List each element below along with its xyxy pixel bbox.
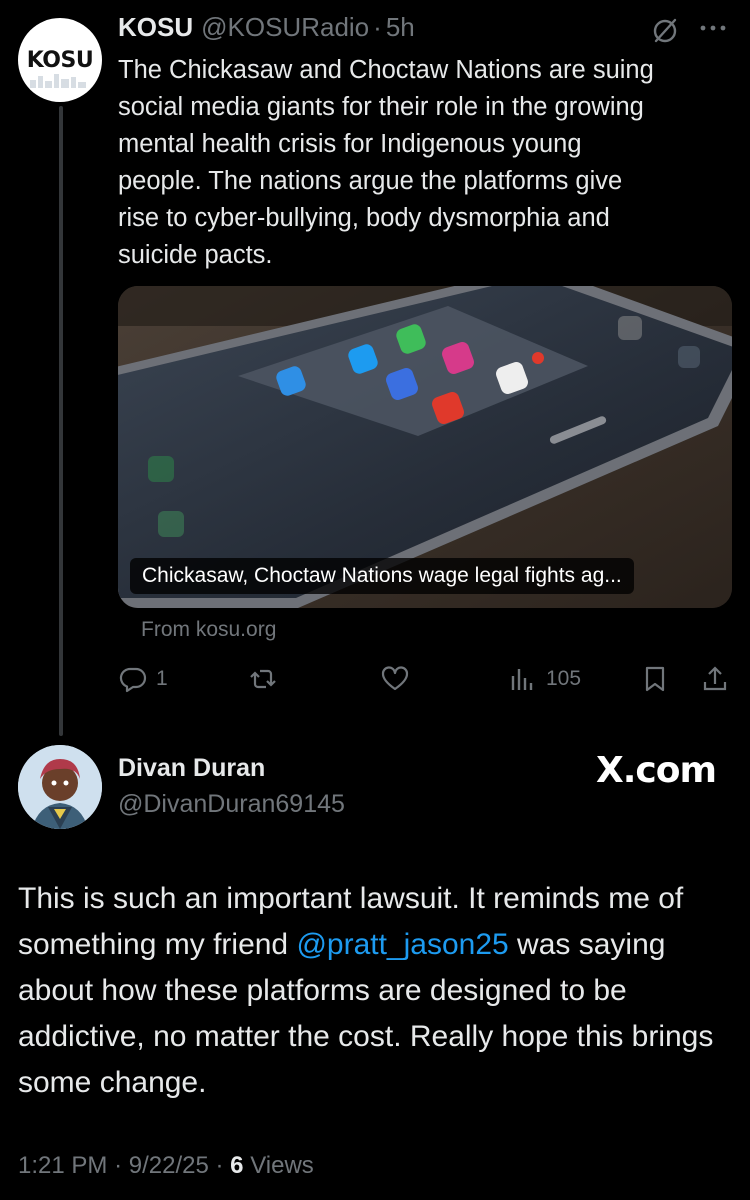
cartoon-avatar-image [18, 745, 102, 829]
link-card-title[interactable]: Chickasaw, Choctaw Nations wage legal fi… [130, 558, 634, 594]
post-views-count: 6 [230, 1152, 244, 1179]
meta-separator-2: · [215, 1152, 224, 1179]
retweet-button[interactable] [248, 664, 278, 694]
grok-icon[interactable] [650, 16, 680, 46]
header-separator: · [373, 12, 382, 42]
reply-text: This is such an important lawsuit. It re… [18, 876, 733, 1106]
retweet-icon [250, 669, 276, 689]
kosu-avatar[interactable]: KOSU [18, 18, 102, 102]
divan-avatar[interactable] [18, 745, 102, 829]
reply-author-name[interactable]: Divan Duran [118, 754, 265, 783]
tweet-text: The Chickasaw and Choctaw Nations are su… [118, 56, 654, 269]
post-metadata: 1:21 PM · 9/22/25 · 6 Views [18, 1152, 314, 1180]
thread-connector-line [59, 106, 63, 736]
link-source[interactable]: From kosu.org [141, 618, 276, 642]
more-icon[interactable] [698, 20, 728, 36]
heart-icon [381, 666, 409, 691]
kosu-logo-text: KOSU [26, 48, 94, 73]
mention-link[interactable]: @pratt_jason25 [296, 928, 508, 961]
share-button[interactable] [700, 664, 730, 694]
meta-separator-1: · [114, 1152, 123, 1179]
tweet-header: KOSU @KOSURadio · 5h [118, 12, 415, 46]
post-views-label: Views [250, 1152, 314, 1179]
share-icon [703, 666, 727, 691]
views-button[interactable]: 105 [508, 664, 581, 694]
views-count: 105 [546, 667, 582, 690]
bookmark-button[interactable] [640, 664, 670, 694]
skyline-graphic [30, 74, 86, 88]
post-date[interactable]: 9/22/25 [129, 1152, 209, 1179]
like-button[interactable] [380, 664, 410, 694]
bookmark-icon [645, 666, 665, 692]
reply-button[interactable]: 1 [118, 664, 168, 694]
x-com-brand: X.com [596, 750, 717, 791]
tweet-time[interactable]: 5h [386, 12, 415, 43]
views-icon [511, 669, 533, 690]
reply-icon [119, 667, 147, 693]
author-name[interactable]: KOSU [118, 12, 193, 43]
author-handle[interactable]: @KOSURadio [201, 12, 369, 43]
reply-count: 1 [156, 667, 168, 690]
reply-author-handle[interactable]: @DivanDuran69145 [118, 790, 345, 819]
post-time[interactable]: 1:21 PM [18, 1152, 107, 1179]
